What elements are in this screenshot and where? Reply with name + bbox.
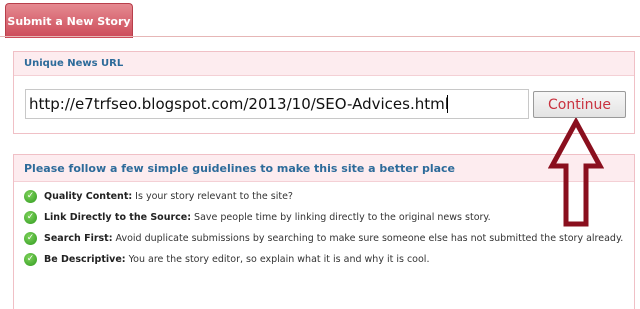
check-icon: ✓ [24, 190, 37, 203]
url-panel-title: Unique News URL [14, 52, 634, 76]
guidelines-panel: Please follow a few simple guidelines to… [13, 154, 635, 309]
continue-button[interactable]: Continue [533, 91, 626, 118]
guideline-label: Be Descriptive: [44, 254, 126, 265]
guideline-item: ✓ Link Directly to the Source: Save peop… [24, 211, 624, 224]
guidelines-list: ✓ Quality Content: Is your story relevan… [14, 182, 634, 266]
text-cursor [447, 95, 448, 113]
url-input[interactable] [25, 89, 529, 119]
check-icon: ✓ [24, 232, 37, 245]
tab-submit-new-story[interactable]: Submit a New Story [5, 3, 133, 38]
guideline-item: ✓ Search First: Avoid duplicate submissi… [24, 232, 624, 245]
guidelines-title: Please follow a few simple guidelines to… [14, 155, 634, 182]
guideline-text: Avoid duplicate submissions by searching… [112, 233, 624, 244]
check-icon: ✓ [24, 253, 37, 266]
guideline-text: You are the story editor, so explain wha… [125, 254, 430, 265]
guideline-label: Link Directly to the Source: [44, 212, 192, 223]
guideline-item: ✓ Be Descriptive: You are the story edit… [24, 253, 624, 266]
tab-bar: Submit a New Story [0, 0, 640, 42]
check-icon: ✓ [24, 211, 37, 224]
guideline-text: Save people time by linking directly to … [191, 212, 491, 223]
url-panel: Unique News URL Continue [13, 51, 635, 134]
guideline-label: Quality Content: [44, 191, 133, 202]
guideline-text: Is your story relevant to the site? [132, 191, 293, 202]
guideline-label: Search First: [44, 233, 113, 244]
up-arrow-annotation [548, 118, 604, 227]
guideline-item: ✓ Quality Content: Is your story relevan… [24, 190, 624, 203]
